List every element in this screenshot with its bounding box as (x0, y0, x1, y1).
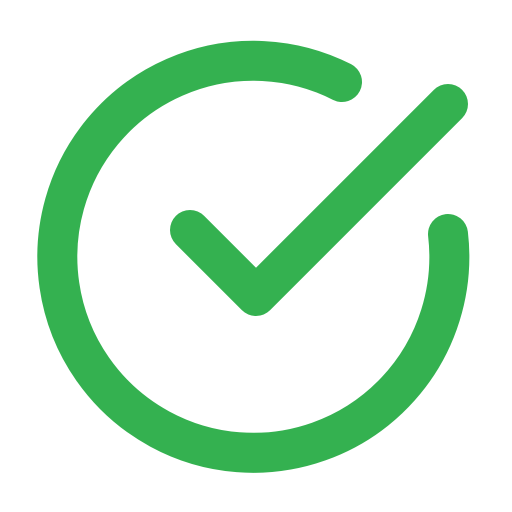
circle-arc (37, 40, 470, 473)
checkmark (170, 84, 468, 316)
check-circle-icon (37, 40, 470, 473)
icon-canvas (0, 0, 512, 512)
